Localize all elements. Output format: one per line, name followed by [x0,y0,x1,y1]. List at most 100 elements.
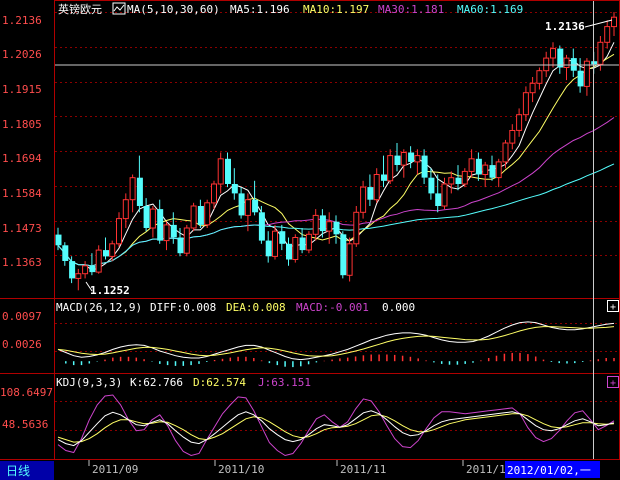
candle-body-82 [611,16,617,28]
candle-body-7 [103,250,109,257]
forex-chart: 1.2136 1.1252 1.2136 1.2026 1.1915 1.180… [0,0,620,480]
candle-body-18 [177,237,184,254]
candle-body-79 [591,61,598,65]
ma5-value: MA5:1.196 [230,3,290,16]
candle-body-76 [570,58,577,71]
candle-body-67 [509,130,516,144]
cursor-date-label: 2012/01/02,一 [507,464,591,477]
candle-body-72 [543,57,550,72]
macd-extra-value: 0.000 [382,301,415,314]
candle-body-30 [258,212,265,241]
candle-body-11 [129,177,136,201]
candle-body-54 [421,155,428,178]
min-price-label: 1.1252 [90,284,130,297]
candle-body-40 [326,221,333,232]
candle-body-80 [597,41,604,65]
ma-params-label: MA(5,10,30,60) [127,3,220,16]
candle-body-63 [482,164,489,176]
candle-body-71 [536,70,543,84]
candle-body-55 [428,177,435,194]
ma30-value: MA30:1.181 [378,3,444,16]
candle-body-32 [272,230,278,257]
date-label-0: 2011/09 [92,463,138,476]
candle-body-56 [435,193,442,206]
candle-body-28 [244,199,251,216]
candle-body-9 [116,218,122,245]
candle-body-21 [197,206,204,225]
candle-body-17 [170,224,177,238]
macd-params-label: MACD(26,12,9) [56,301,142,314]
instrument-name: 英镑欧元 [58,2,102,16]
ytick-main-0: 1.2136 [2,14,42,27]
macd-legend: MACD(26,12,9) DIFF:0.008 DEA:0.008 MACD:… [56,301,415,314]
candle-body-45 [360,186,367,213]
candle-body-22 [204,202,211,226]
candle-body-68 [516,114,523,131]
candle-body-39 [319,215,326,232]
kdj-expand-icon: + [610,378,616,389]
candle-body-4 [82,265,89,275]
date-label-2: 2011/11 [340,463,386,476]
candle-body-34 [286,243,292,260]
ytick-kdj-0: 108.6497 [0,386,53,399]
candle-body-16 [163,224,170,242]
candle-body-73 [550,48,556,59]
candle-body-26 [231,184,238,194]
candle-body-75 [563,57,570,68]
candle-body-62 [475,158,482,175]
candle-body-35 [292,237,299,260]
ytick-main-7: 1.1363 [2,256,42,269]
ma60-value: MA60:1.169 [457,3,523,16]
candle-body-36 [299,237,306,251]
candle-body-48 [381,174,387,181]
macd-diff-value: DIFF:0.008 [150,301,216,314]
candle-body-66 [502,142,509,163]
candle-body-24 [217,158,224,185]
candle-body-5 [89,265,96,273]
candle-body-42 [340,234,347,276]
candle-body-43 [346,243,353,276]
candle-body-41 [333,221,340,235]
candle-body-15 [157,209,164,241]
macd-dea-value: DEA:0.008 [226,301,286,314]
candle-body-81 [604,26,611,43]
candle-body-19 [183,227,190,254]
candle-body-31 [265,240,272,257]
date-label-3: 2011/1 [466,463,506,476]
max-price-label: 1.2136 [545,20,585,33]
candle-body-60 [461,170,468,185]
candle-body-65 [495,161,502,179]
candle-body-51 [400,152,407,166]
ytick-main-2: 1.1915 [2,83,42,96]
ytick-main-3: 1.1805 [2,118,42,131]
candle-body-20 [190,205,197,229]
candle-body-77 [577,70,584,87]
kdj-k-value: K:62.766 [130,376,183,389]
candle-body-3 [75,273,82,279]
candle-body-33 [279,231,286,244]
ytick-main-5: 1.1584 [2,187,42,200]
candle-body-49 [387,155,394,182]
kdj-d-value: D:62.574 [193,376,246,389]
candle-body-25 [225,158,231,184]
kdj-j-value: J:63.151 [258,376,311,389]
candle-body-69 [522,92,529,116]
candle-body-37 [305,233,312,251]
ma10-value: MA10:1.197 [303,3,369,16]
candle-body-12 [136,177,143,206]
candle-body-61 [468,158,475,172]
candle-body-44 [353,211,360,245]
ytick-macd-1: 0.0026 [2,338,42,351]
candle-body-64 [489,165,496,178]
candle-body-53 [414,155,421,163]
ytick-main-6: 1.1473 [2,222,42,235]
candle-body-0 [55,234,62,246]
candle-body-59 [455,177,462,184]
candle-body-70 [529,82,536,94]
candle-body-29 [252,199,259,213]
candle-body-50 [394,155,401,165]
candle-body-58 [448,177,455,185]
candle-body-2 [69,261,76,279]
candle-body-47 [373,174,380,201]
ytick-main-1: 1.2026 [2,48,42,61]
